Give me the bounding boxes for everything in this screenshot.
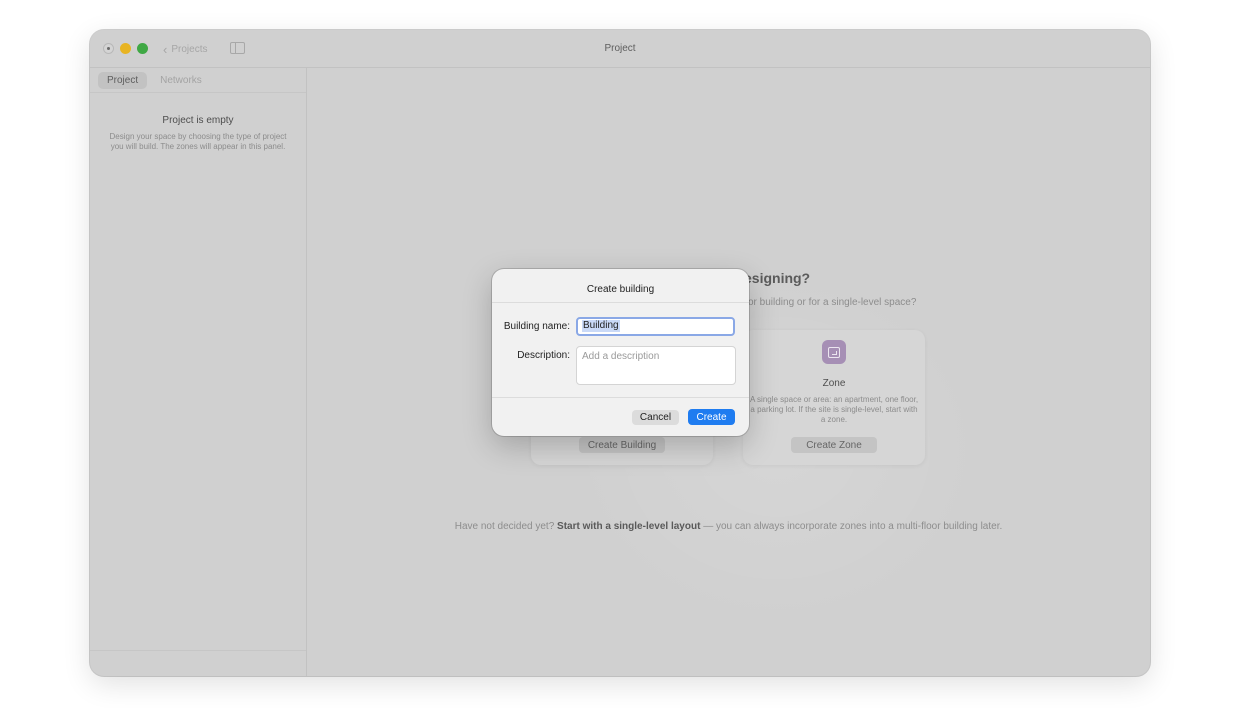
building-name-value: Building <box>582 320 620 332</box>
sidebar: Project Networks Project is empty Design… <box>90 68 307 676</box>
building-name-label: Building name: <box>503 321 570 332</box>
description-label: Description: <box>517 350 570 361</box>
sidebar-tabs: Project Networks <box>98 72 211 89</box>
empty-state-description: Design your space by choosing the type o… <box>109 132 287 151</box>
zone-card-title: Zone <box>822 378 846 389</box>
tab-project[interactable]: Project <box>98 72 148 89</box>
sidebar-footer-divider <box>90 650 306 651</box>
page-subheading: or building or for a single-level space? <box>748 297 917 308</box>
tab-networks[interactable]: Networks <box>151 72 211 89</box>
zone-card-description: A single space or area: an apartment, on… <box>749 395 919 424</box>
cancel-button[interactable]: Cancel <box>632 410 679 425</box>
zone-card[interactable]: Zone A single space or area: an apartmen… <box>743 330 925 465</box>
dialog-title: Create building <box>586 284 655 295</box>
create-building-button[interactable]: Create Building <box>579 437 665 453</box>
footer-hint-suffix: — you can always incorporate zones into … <box>703 521 1003 532</box>
window-title: Project <box>604 43 636 54</box>
description-placeholder: Add a description <box>582 351 660 362</box>
footer-hint-prefix: Have not decided yet? <box>454 521 555 532</box>
dialog-divider <box>492 302 749 303</box>
titlebar: ‹ Projects Project <box>90 30 1150 68</box>
empty-state-title: Project is empty <box>162 115 234 126</box>
single-level-layout-link[interactable]: Start with a single-level layout <box>557 521 700 532</box>
dialog-divider <box>492 397 749 398</box>
create-button[interactable]: Create <box>688 409 735 425</box>
zone-icon <box>822 340 846 364</box>
divider <box>90 92 306 93</box>
create-building-dialog: Create building Building name: Building … <box>492 269 749 436</box>
footer-hint: Have not decided yet? Start with a singl… <box>307 521 1150 532</box>
page-heading: esigning? <box>744 270 811 286</box>
create-zone-button[interactable]: Create Zone <box>791 437 877 453</box>
building-name-input[interactable]: Building <box>576 317 735 336</box>
description-input[interactable]: Add a description <box>576 346 736 385</box>
